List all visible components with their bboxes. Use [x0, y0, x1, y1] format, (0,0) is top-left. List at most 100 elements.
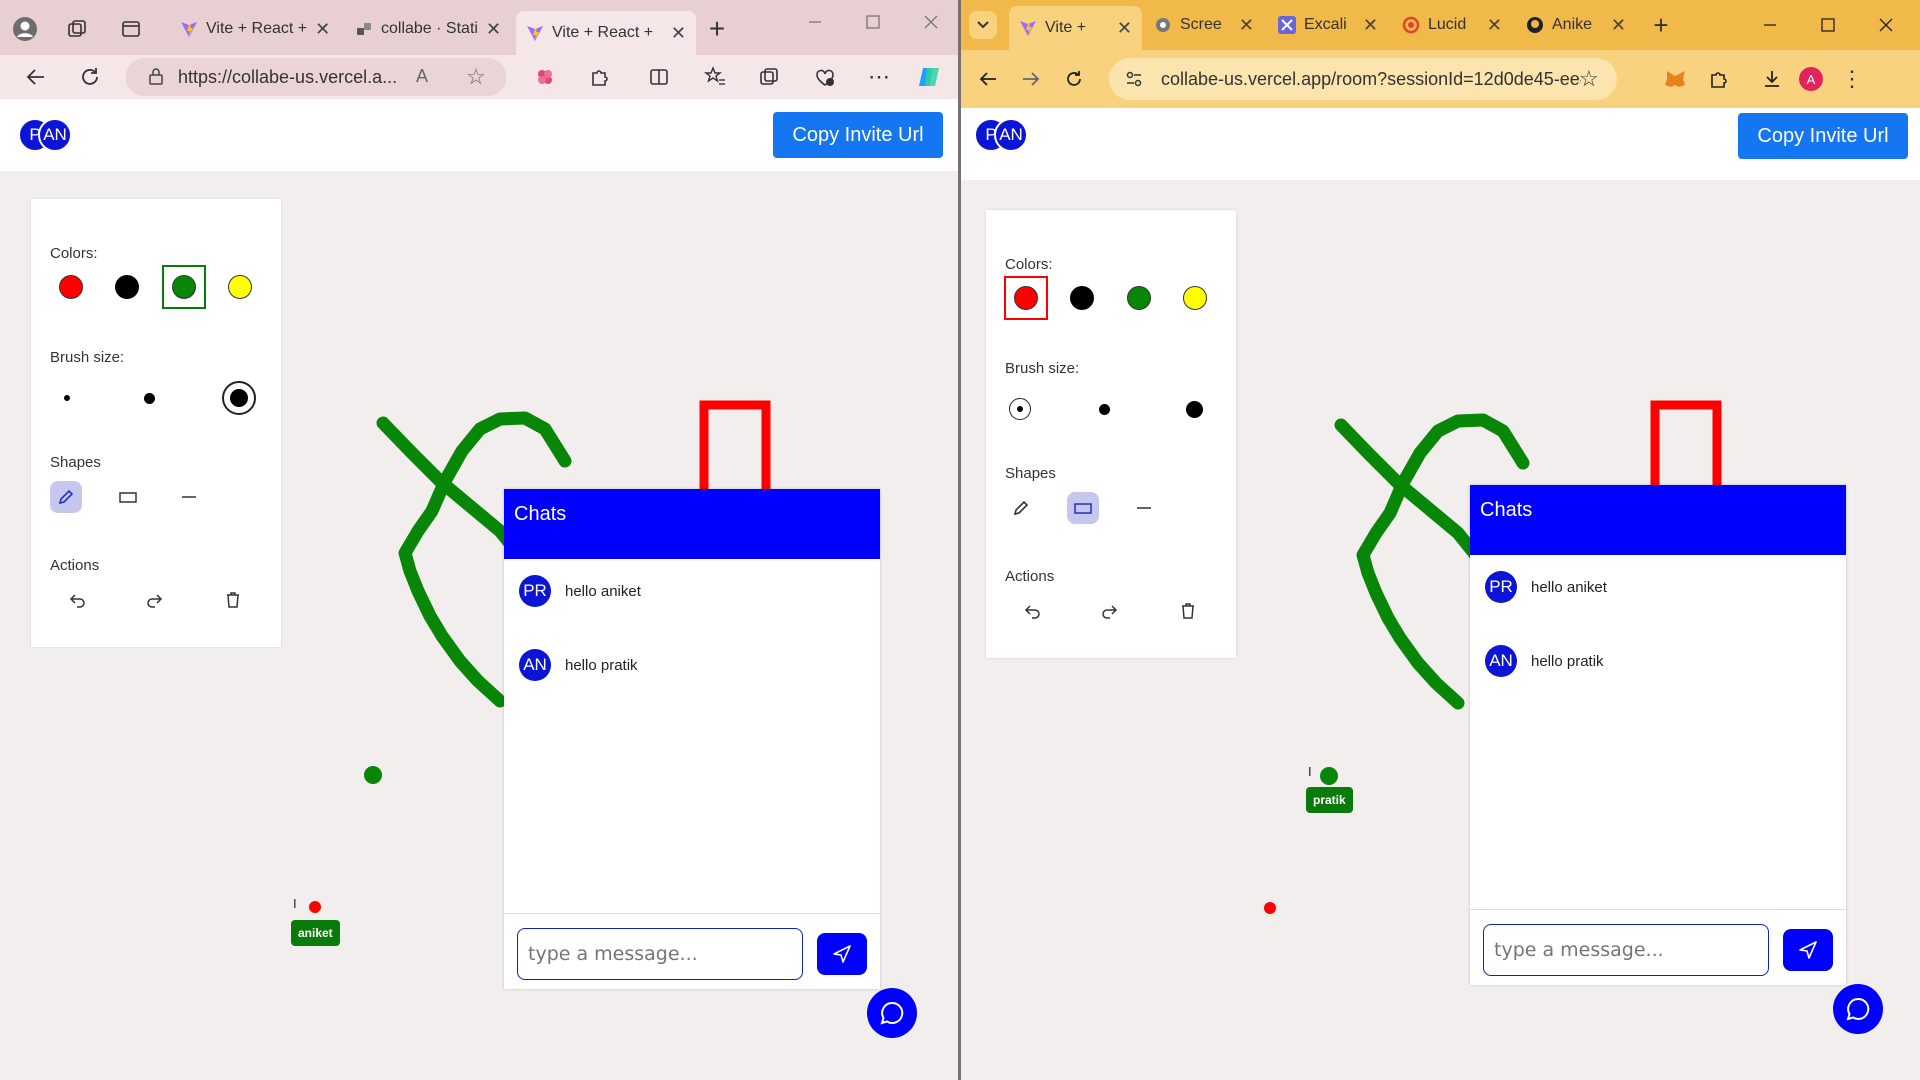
- browser-tab[interactable]: Anike ✕: [1516, 7, 1636, 43]
- minimize-icon[interactable]: [800, 10, 830, 34]
- rectangle-tool[interactable]: [1067, 492, 1099, 524]
- browser-tab[interactable]: Vite + React + ✕: [170, 11, 335, 47]
- profile-avatar[interactable]: A: [1796, 64, 1826, 94]
- close-tab-icon[interactable]: ✕: [671, 23, 686, 44]
- brush-large[interactable]: [1186, 401, 1203, 418]
- drawing-canvas[interactable]: Colors: Brush size: Shapes Actions Chats…: [0, 171, 958, 1080]
- undo-icon: [69, 594, 85, 608]
- color-black[interactable]: [115, 275, 139, 299]
- vite-icon: [180, 20, 198, 38]
- redo-button[interactable]: [1094, 595, 1126, 627]
- nav-bar: collabe-us.vercel.app/room?sessionId=12d…: [961, 50, 1920, 108]
- clear-button[interactable]: [217, 584, 249, 616]
- minimize-icon[interactable]: [1755, 12, 1785, 38]
- browser-tab-active[interactable]: Vite + ✕: [1009, 6, 1142, 50]
- chat-toggle-button[interactable]: [867, 988, 917, 1038]
- brush-medium[interactable]: [1099, 404, 1110, 415]
- line-tool[interactable]: [173, 481, 205, 513]
- redo-button[interactable]: [139, 584, 171, 616]
- address-bar[interactable]: https://collabe-us.vercel.a... A ☆: [126, 58, 506, 96]
- maximize-icon[interactable]: [1813, 12, 1843, 38]
- tab-bar: Vite + React + ✕ collabe · Stati ✕ Vite …: [0, 0, 958, 55]
- message-input[interactable]: [1483, 924, 1769, 976]
- browser-essentials-icon[interactable]: [810, 62, 840, 92]
- collabe-icon: [355, 20, 373, 38]
- close-tab-icon[interactable]: ✕: [1487, 15, 1502, 36]
- tab-actions-icon[interactable]: [116, 14, 146, 44]
- browser-tab-active[interactable]: Vite + React + ✕: [516, 11, 696, 55]
- close-window-icon[interactable]: [916, 10, 946, 34]
- more-menu-icon[interactable]: ⋯: [864, 62, 894, 92]
- refresh-icon[interactable]: [1059, 64, 1089, 94]
- close-tab-icon[interactable]: ✕: [315, 19, 330, 40]
- copy-invite-url-button[interactable]: Copy Invite Url: [773, 112, 943, 158]
- undo-button[interactable]: [1016, 595, 1048, 627]
- clear-button[interactable]: [1172, 595, 1204, 627]
- send-icon: [833, 945, 851, 963]
- message-input[interactable]: [517, 928, 803, 980]
- site-settings-icon[interactable]: [1125, 70, 1143, 93]
- send-button[interactable]: [1783, 929, 1833, 971]
- maximize-icon[interactable]: [858, 10, 888, 34]
- color-black[interactable]: [1070, 286, 1094, 310]
- back-icon[interactable]: [973, 64, 1003, 94]
- close-tab-icon[interactable]: ✕: [486, 19, 501, 40]
- new-tab-icon[interactable]: +: [1646, 10, 1676, 40]
- color-yellow[interactable]: [1183, 286, 1207, 310]
- extensions-puzzle-icon[interactable]: [1703, 64, 1733, 94]
- copy-invite-url-button[interactable]: Copy Invite Url: [1738, 113, 1908, 159]
- close-window-icon[interactable]: [1871, 12, 1901, 38]
- favorites-icon[interactable]: [700, 62, 730, 92]
- copilot-icon[interactable]: [914, 62, 946, 92]
- brush-small[interactable]: [64, 395, 70, 401]
- send-button[interactable]: [817, 933, 867, 975]
- browser-tab[interactable]: Excali ✕: [1268, 7, 1388, 43]
- collections-icon[interactable]: [62, 14, 92, 44]
- metamask-icon[interactable]: [1661, 64, 1691, 94]
- color-red[interactable]: [59, 275, 83, 299]
- chat-title: Chats: [1470, 485, 1846, 555]
- browser-tab[interactable]: Scree ✕: [1144, 7, 1264, 43]
- line-tool[interactable]: [1128, 492, 1160, 524]
- color-green[interactable]: [1127, 286, 1151, 310]
- rectangle-tool[interactable]: [112, 481, 144, 513]
- split-screen-icon[interactable]: [644, 62, 674, 92]
- more-menu-icon[interactable]: ⋮: [1837, 64, 1867, 94]
- new-tab-icon[interactable]: +: [702, 13, 732, 44]
- refresh-icon[interactable]: [74, 62, 106, 92]
- address-bar[interactable]: collabe-us.vercel.app/room?sessionId=12d…: [1109, 58, 1617, 100]
- collections-icon[interactable]: [754, 62, 784, 92]
- color-yellow[interactable]: [228, 275, 252, 299]
- brush-small-selected[interactable]: [1009, 398, 1031, 420]
- remote-cursor-label: aniket: [291, 920, 340, 946]
- forward-icon[interactable]: [1016, 64, 1046, 94]
- read-aloud-icon[interactable]: A: [416, 66, 428, 87]
- close-tab-icon[interactable]: ✕: [1363, 15, 1378, 36]
- chat-toggle-button[interactable]: [1833, 984, 1883, 1034]
- profile-icon[interactable]: [8, 14, 42, 44]
- drawing-canvas[interactable]: Colors: Brush size: Shapes Actions Chats…: [961, 180, 1920, 1080]
- pencil-tool[interactable]: [1005, 492, 1037, 524]
- pencil-tool[interactable]: [50, 481, 82, 513]
- avatar: AN: [38, 118, 72, 152]
- undo-button[interactable]: [61, 584, 93, 616]
- browser-tab[interactable]: collabe · Stati ✕: [345, 11, 510, 47]
- color-red[interactable]: [1014, 286, 1038, 310]
- brush-large-selected[interactable]: [222, 381, 256, 415]
- brush-medium[interactable]: [144, 393, 155, 404]
- app-header: P AN Copy Invite Url: [0, 99, 958, 171]
- download-icon[interactable]: [1757, 64, 1787, 94]
- back-icon[interactable]: [20, 62, 52, 92]
- bookmark-star-icon[interactable]: ☆: [1579, 66, 1599, 92]
- browser-tab[interactable]: Lucid ✕: [1392, 7, 1512, 43]
- close-tab-icon[interactable]: ✕: [1239, 15, 1254, 36]
- tab-search-icon[interactable]: [969, 11, 997, 39]
- close-tab-icon[interactable]: ✕: [1117, 18, 1132, 39]
- extensions-puzzle-icon[interactable]: [584, 62, 614, 92]
- extension-icon[interactable]: [530, 62, 560, 92]
- favorite-star-icon[interactable]: ☆: [466, 64, 486, 90]
- shapes-label: Shapes: [1005, 465, 1056, 482]
- line-icon: [1137, 507, 1151, 509]
- close-tab-icon[interactable]: ✕: [1611, 15, 1626, 36]
- color-green[interactable]: [172, 275, 196, 299]
